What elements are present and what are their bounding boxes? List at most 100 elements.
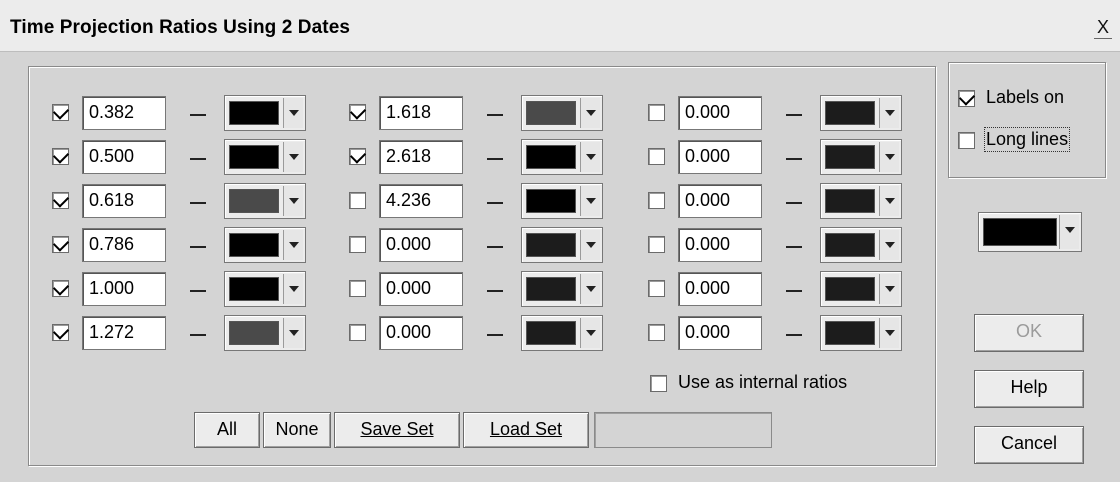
ratio-checkbox[interactable] [648, 324, 665, 341]
ratio-checkbox[interactable] [349, 192, 366, 209]
ratio-checkbox[interactable] [349, 236, 366, 253]
ratio-checkbox[interactable] [349, 148, 366, 165]
ratio-value-input[interactable]: 0.382 [82, 96, 166, 130]
ratio-checkbox[interactable] [648, 280, 665, 297]
ratio-checkbox[interactable] [349, 280, 366, 297]
ratio-color-picker[interactable] [820, 95, 902, 131]
ratio-color-picker[interactable] [224, 315, 306, 351]
long-lines-checkbox[interactable] [958, 132, 975, 149]
title-bar: Time Projection Ratios Using 2 Dates X [0, 0, 1120, 52]
ratio-value-input[interactable]: 0.000 [379, 272, 463, 306]
ratio-color-picker[interactable] [224, 271, 306, 307]
chevron-down-icon[interactable] [879, 318, 899, 348]
ratio-value-input[interactable]: 1.272 [82, 316, 166, 350]
ratio-color-picker[interactable] [820, 315, 902, 351]
ratio-checkbox[interactable] [52, 324, 69, 341]
chevron-down-icon[interactable] [283, 186, 303, 216]
chevron-down-icon[interactable] [879, 142, 899, 172]
ratio-color-picker[interactable] [224, 139, 306, 175]
chevron-down-icon[interactable] [879, 274, 899, 304]
ratio-line-dash [786, 290, 802, 292]
chevron-down-icon[interactable] [580, 186, 600, 216]
ratio-line-dash [786, 202, 802, 204]
ratio-checkbox[interactable] [648, 236, 665, 253]
chevron-down-icon[interactable] [283, 230, 303, 260]
line-color-picker[interactable] [978, 212, 1082, 252]
ratio-color-picker[interactable] [820, 271, 902, 307]
chevron-down-icon[interactable] [580, 98, 600, 128]
color-swatch [526, 145, 576, 169]
chevron-down-icon[interactable] [283, 318, 303, 348]
color-swatch [229, 277, 279, 301]
ratio-checkbox[interactable] [648, 148, 665, 165]
cancel-button[interactable]: Cancel [974, 426, 1084, 464]
ratio-checkbox[interactable] [648, 192, 665, 209]
ratio-checkbox[interactable] [349, 104, 366, 121]
ratio-color-picker[interactable] [820, 139, 902, 175]
ratio-value-input[interactable]: 0.000 [678, 96, 762, 130]
ratio-color-picker[interactable] [224, 183, 306, 219]
chevron-down-icon[interactable] [283, 274, 303, 304]
ratio-color-picker[interactable] [224, 95, 306, 131]
ratio-value-input[interactable]: 0.000 [678, 272, 762, 306]
chevron-down-icon[interactable] [580, 142, 600, 172]
ratio-color-picker[interactable] [224, 227, 306, 263]
ratio-checkbox[interactable] [52, 148, 69, 165]
color-swatch [526, 189, 576, 213]
ratio-checkbox[interactable] [52, 236, 69, 253]
load-set-button[interactable]: Load Set [463, 412, 589, 448]
ratio-color-picker[interactable] [521, 183, 603, 219]
ratio-checkbox[interactable] [648, 104, 665, 121]
chevron-down-icon[interactable] [879, 98, 899, 128]
color-swatch [229, 101, 279, 125]
ratio-value-input[interactable]: 0.786 [82, 228, 166, 262]
close-icon[interactable]: X [1092, 17, 1114, 39]
chevron-down-icon[interactable] [879, 186, 899, 216]
ratio-line-dash [786, 246, 802, 248]
long-lines-label: Long lines [983, 127, 1071, 152]
ratio-color-picker[interactable] [521, 95, 603, 131]
chevron-down-icon[interactable] [1059, 215, 1079, 249]
color-swatch [825, 145, 875, 169]
ratio-value-input[interactable]: 1.000 [82, 272, 166, 306]
ratio-value-input[interactable]: 0.000 [379, 316, 463, 350]
ratio-checkbox[interactable] [52, 192, 69, 209]
ratio-checkbox[interactable] [52, 104, 69, 121]
ratio-value-input[interactable]: 2.618 [379, 140, 463, 174]
chevron-down-icon[interactable] [283, 142, 303, 172]
ratio-value-input[interactable]: 0.000 [678, 140, 762, 174]
labels-on-checkbox[interactable] [958, 90, 975, 107]
ratio-value-input[interactable]: 0.000 [678, 228, 762, 262]
ratio-color-picker[interactable] [521, 271, 603, 307]
ratio-color-picker[interactable] [521, 139, 603, 175]
save-set-label: Save Set [360, 419, 434, 439]
save-set-button[interactable]: Save Set [334, 412, 460, 448]
chevron-down-icon[interactable] [580, 274, 600, 304]
ratio-value-input[interactable]: 0.000 [678, 184, 762, 218]
chevron-down-icon[interactable] [580, 230, 600, 260]
ratio-color-picker[interactable] [521, 315, 603, 351]
help-button[interactable]: Help [974, 370, 1084, 408]
ratio-line-dash [190, 114, 206, 116]
color-swatch [825, 321, 875, 345]
chevron-down-icon[interactable] [283, 98, 303, 128]
ratio-color-picker[interactable] [521, 227, 603, 263]
ratio-checkbox[interactable] [52, 280, 69, 297]
ratio-value-input[interactable]: 4.236 [379, 184, 463, 218]
ratio-value-input[interactable]: 0.500 [82, 140, 166, 174]
ratio-color-picker[interactable] [820, 183, 902, 219]
internal-ratios-checkbox[interactable] [650, 375, 667, 392]
ratio-color-picker[interactable] [820, 227, 902, 263]
all-button[interactable]: All [194, 412, 260, 448]
chevron-down-icon[interactable] [879, 230, 899, 260]
none-button[interactable]: None [263, 412, 331, 448]
ratio-checkbox[interactable] [349, 324, 366, 341]
ratio-value-input[interactable]: 0.000 [379, 228, 463, 262]
ratio-value-input[interactable]: 1.618 [379, 96, 463, 130]
ratio-line-dash [487, 202, 503, 204]
ratio-line-dash [786, 334, 802, 336]
chevron-down-icon[interactable] [580, 318, 600, 348]
ratio-value-input[interactable]: 0.618 [82, 184, 166, 218]
ratio-value-input[interactable]: 0.000 [678, 316, 762, 350]
ok-button[interactable]: OK [974, 314, 1084, 352]
